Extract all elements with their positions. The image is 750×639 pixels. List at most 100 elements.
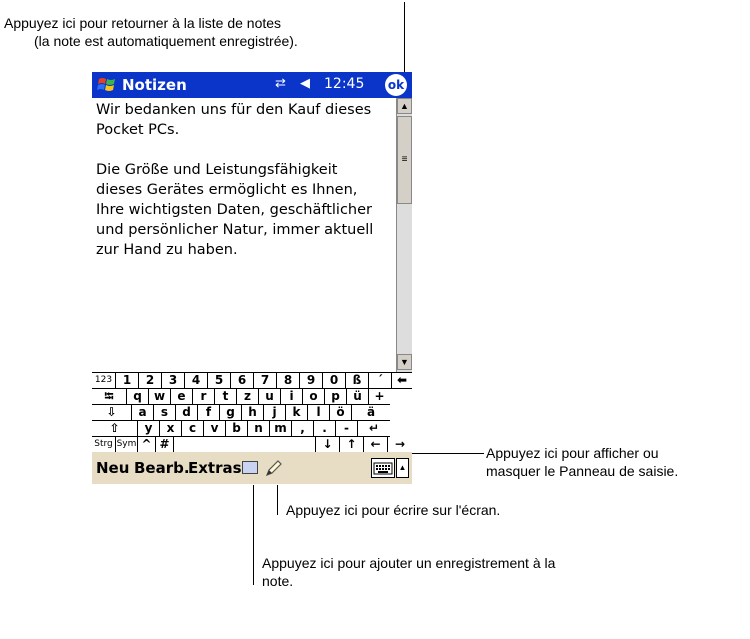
note-paragraph-2: Die Größe und Leistungsfähigkeit dieses … — [96, 162, 374, 258]
input-panel-arrow-icon[interactable]: ▲ — [396, 458, 409, 478]
ok-callout-line — [404, 2, 405, 72]
space-key[interactable] — [174, 437, 316, 453]
key[interactable]: 1 — [116, 373, 139, 389]
key[interactable]: q — [127, 389, 149, 405]
write-callout: Appuyez ici pour écrire sur l'écran. — [286, 502, 501, 518]
key[interactable]: l — [308, 405, 330, 421]
key[interactable]: a — [132, 405, 154, 421]
key[interactable]: p — [325, 389, 347, 405]
key[interactable]: w — [149, 389, 171, 405]
keyboard-row-2: ⭾ q w e r t z u i o p ü + — [92, 389, 412, 405]
key[interactable]: ß — [346, 373, 369, 389]
key[interactable]: f — [198, 405, 220, 421]
vertical-scrollbar[interactable]: ▲ ≡ ▼ — [396, 98, 412, 372]
key[interactable]: t — [215, 389, 237, 405]
caps-lock-key[interactable]: ⇩ — [92, 405, 132, 421]
key[interactable]: 7 — [254, 373, 277, 389]
symbol-key[interactable]: Sym — [116, 437, 138, 453]
keyboard-row-3: ⇩ a s d f g h j k l ö ä — [92, 405, 412, 421]
keyboard-row-5: Strg Sym ^ # ↓ ↑ ← → — [92, 437, 412, 453]
ok-button[interactable]: ok — [385, 74, 407, 96]
soft-keyboard: 123 1 2 3 4 5 6 7 8 9 0 ß ´ ⬅ ⭾ q w e r … — [92, 372, 412, 453]
key[interactable]: 4 — [185, 373, 208, 389]
menu-neu[interactable]: Neu — [96, 459, 129, 477]
pen-icon[interactable] — [264, 458, 284, 478]
key[interactable]: o — [303, 389, 325, 405]
input-panel-callout-line1: Appuyez ici pour afficher ou — [486, 445, 659, 461]
key[interactable]: . — [314, 421, 336, 437]
menu-bar: Neu Bearb. Extras ▲ — [92, 452, 412, 484]
key[interactable]: i — [281, 389, 303, 405]
note-paragraph-1: Wir bedanken uns für den Kauf dieses Poc… — [96, 102, 372, 138]
tab-key[interactable]: ⭾ — [92, 389, 127, 405]
key[interactable]: ä — [352, 405, 390, 421]
windows-flag-icon[interactable] — [96, 74, 118, 96]
key[interactable]: e — [171, 389, 193, 405]
key[interactable]: u — [259, 389, 281, 405]
key[interactable]: ´ — [369, 373, 392, 389]
key[interactable]: + — [369, 389, 390, 405]
keyboard-icon[interactable] — [371, 458, 395, 478]
key[interactable]: x — [160, 421, 182, 437]
arrow-left-key[interactable]: ← — [364, 437, 388, 453]
clock[interactable]: 12:45 — [324, 76, 364, 92]
arrow-right-key[interactable]: → — [388, 437, 412, 453]
key[interactable]: 0 — [323, 373, 346, 389]
connectivity-icon[interactable]: ⇄ — [275, 75, 286, 91]
ctrl-key[interactable]: Strg — [92, 437, 116, 453]
keyboard-row-1: 123 1 2 3 4 5 6 7 8 9 0 ß ´ ⬅ — [92, 373, 412, 389]
key[interactable]: c — [182, 421, 204, 437]
recording-icon[interactable] — [242, 461, 258, 474]
key[interactable]: 2 — [139, 373, 162, 389]
key[interactable]: m — [270, 421, 292, 437]
menu-bearb[interactable]: Bearb. — [134, 459, 190, 477]
pocket-pc-screen: Notizen ⇄ ◀ 12:45 ok Wir bedanken uns fü… — [92, 72, 412, 484]
arrow-up-key[interactable]: ↑ — [340, 437, 364, 453]
key[interactable]: y — [138, 421, 160, 437]
key[interactable]: 6 — [231, 373, 254, 389]
menu-extras[interactable]: Extras — [188, 459, 242, 477]
key[interactable]: 5 — [208, 373, 231, 389]
app-title: Notizen — [122, 76, 187, 94]
input-panel-callout-line2: masquer le Panneau de saisie. — [486, 463, 679, 479]
shift-key[interactable]: ⇧ — [92, 421, 138, 437]
input-panel-callout-line — [410, 453, 484, 454]
arrow-down-key[interactable]: ↓ — [316, 437, 340, 453]
enter-key[interactable]: ↵ — [358, 421, 390, 437]
key-numbers[interactable]: 123 — [92, 373, 116, 389]
note-content[interactable]: Wir bedanken uns für den Kauf dieses Poc… — [92, 98, 396, 372]
key[interactable]: h — [242, 405, 264, 421]
key[interactable]: v — [204, 421, 226, 437]
key[interactable]: z — [237, 389, 259, 405]
key[interactable]: b — [226, 421, 248, 437]
key[interactable]: r — [193, 389, 215, 405]
key[interactable]: - — [336, 421, 358, 437]
backspace-key[interactable]: ⬅ — [392, 373, 412, 389]
key[interactable]: s — [154, 405, 176, 421]
scroll-down-button[interactable]: ▼ — [397, 354, 412, 370]
title-bar: Notizen ⇄ ◀ 12:45 ok — [92, 72, 412, 98]
key[interactable]: 3 — [162, 373, 185, 389]
record-callout-line2: note. — [262, 573, 294, 589]
key[interactable]: , — [292, 421, 314, 437]
key[interactable]: ü — [347, 389, 369, 405]
key[interactable]: j — [264, 405, 286, 421]
scroll-thumb[interactable]: ≡ — [397, 116, 412, 204]
key[interactable]: g — [220, 405, 242, 421]
caret-key[interactable]: ^ — [138, 437, 156, 453]
record-callout-line1: Appuyez ici pour ajouter un enregistreme… — [262, 555, 556, 571]
key[interactable]: k — [286, 405, 308, 421]
key[interactable]: 9 — [300, 373, 323, 389]
key[interactable]: n — [248, 421, 270, 437]
record-callout-line — [253, 485, 254, 585]
key[interactable]: 8 — [277, 373, 300, 389]
keyboard-row-4: ⇧ y x c v b n m , . - ↵ — [92, 421, 412, 437]
key[interactable]: d — [176, 405, 198, 421]
ok-callout-line2: (la note est automatiquement enregistrée… — [34, 33, 298, 49]
scroll-up-button[interactable]: ▲ — [397, 98, 412, 114]
ok-callout-line1: Appuyez ici pour retourner à la liste de… — [4, 15, 282, 31]
hash-key[interactable]: # — [156, 437, 174, 453]
key[interactable]: ö — [330, 405, 352, 421]
write-callout-line — [277, 485, 278, 515]
volume-icon[interactable]: ◀ — [300, 75, 310, 91]
